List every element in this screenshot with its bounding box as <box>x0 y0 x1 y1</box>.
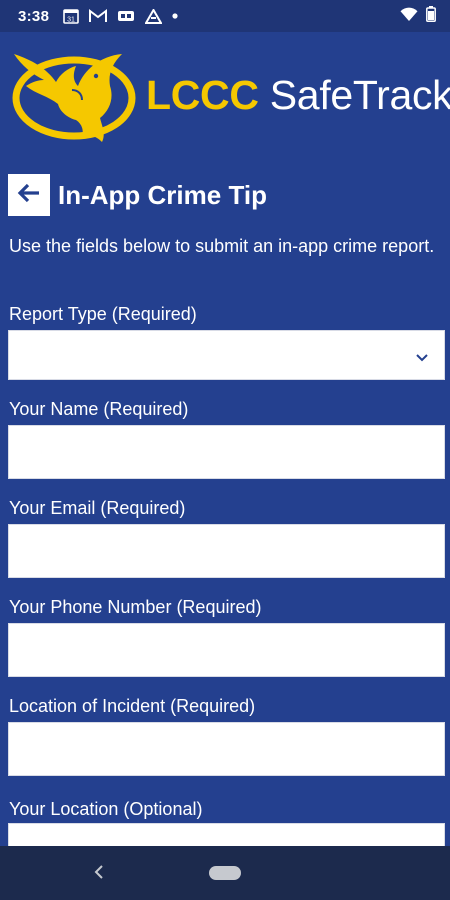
brand-secondary: SafeTrack <box>269 72 450 118</box>
status-time: 3:38 <box>18 7 50 25</box>
email-field[interactable] <box>8 524 445 578</box>
phone-label: Your Phone Number (Required) <box>9 597 262 617</box>
your-location-label: Your Location (Optional) <box>9 799 203 819</box>
dot-icon <box>172 13 178 19</box>
chevron-down-icon <box>416 349 428 367</box>
gmail-icon <box>89 9 108 23</box>
brand-title: LCCC SafeTrack <box>146 72 450 119</box>
eagle-logo-icon <box>12 46 138 151</box>
system-nav-bar <box>0 846 450 900</box>
drive-icon <box>145 8 163 24</box>
incident-location-field[interactable] <box>8 722 445 776</box>
nav-back-icon[interactable] <box>93 863 105 886</box>
status-bar: 3:38 31 <box>0 0 450 32</box>
report-type-select[interactable] <box>8 330 445 380</box>
brand-primary: LCCC <box>146 72 259 118</box>
name-field[interactable] <box>8 425 445 479</box>
notification-box-icon <box>117 9 135 23</box>
calendar-day: 31 <box>67 17 75 24</box>
report-type-label: Report Type (Required) <box>9 304 197 324</box>
email-label: Your Email (Required) <box>9 498 186 518</box>
app-header: LCCC SafeTrack <box>0 32 450 162</box>
nav-home-pill[interactable] <box>209 866 241 880</box>
wifi-icon <box>400 7 418 26</box>
incident-location-label: Location of Incident (Required) <box>9 696 256 716</box>
phone-field[interactable] <box>8 623 445 677</box>
battery-icon <box>426 6 436 26</box>
back-button[interactable] <box>8 174 50 216</box>
name-label: Your Name (Required) <box>9 399 189 419</box>
intro-text: Use the fields below to submit an in-app… <box>9 236 435 256</box>
arrow-left-icon <box>17 183 41 208</box>
page-title: In-App Crime Tip <box>58 179 267 210</box>
calendar-icon: 31 <box>63 8 80 24</box>
title-row: In-App Crime Tip <box>8 174 267 216</box>
